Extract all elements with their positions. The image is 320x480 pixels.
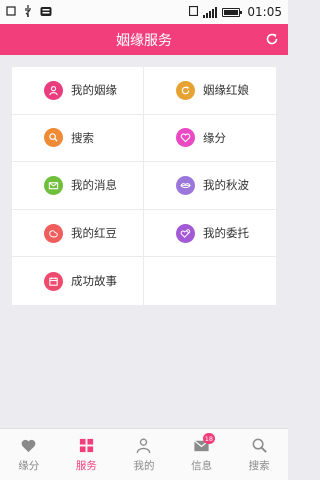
grid-item-empty (144, 257, 276, 305)
bottom-tab-bar: 缘分 服务 我的 18 信息 搜索 (0, 428, 288, 480)
sim-icon (189, 5, 199, 18)
tab-mine[interactable]: 我的 (115, 429, 173, 480)
grid-item-my-messages[interactable]: 我的消息 (12, 162, 144, 210)
service-grid: 我的姻缘 姻缘红娘 搜索 缘分 我的消息 我的秋波 我的红豆 我的委托 成功故事 (12, 67, 276, 305)
hearts-icon (176, 223, 195, 243)
search-icon (44, 128, 63, 148)
tab-label: 服务 (75, 459, 97, 472)
grid-item-label: 我的红豆 (71, 226, 117, 241)
tab-search[interactable]: 搜索 (230, 429, 288, 480)
grid-item-label: 我的消息 (71, 178, 117, 193)
grid-item-matchmaker[interactable]: 姻缘红娘 (144, 67, 276, 115)
grid-item-success-stories[interactable]: 成功故事 (12, 257, 144, 305)
battery-icon (222, 7, 243, 17)
status-left (6, 5, 52, 19)
heart-icon (176, 128, 195, 148)
refresh-icon[interactable] (265, 32, 279, 46)
grid-item-label: 我的姻缘 (71, 83, 117, 98)
grid-item-fate[interactable]: 缘分 (144, 115, 276, 163)
refresh-circle-icon (176, 80, 195, 100)
tab-fate[interactable]: 缘分 (0, 429, 58, 480)
grid-icon (79, 438, 94, 452)
grid-item-my-fate[interactable]: 我的姻缘 (12, 67, 144, 115)
grid-item-search[interactable]: 搜索 (12, 114, 144, 163)
tab-label: 信息 (191, 459, 213, 472)
status-bar: 01:05 (0, 0, 288, 24)
grid-item-label: 姻缘红娘 (203, 83, 249, 98)
app-notification-icon (40, 6, 52, 19)
status-right: 01:05 (189, 5, 282, 19)
tab-label: 我的 (133, 459, 155, 472)
grid-item-my-commission[interactable]: 我的委托 (144, 210, 276, 258)
grid-item-label: 我的委托 (203, 226, 249, 241)
tab-label: 搜索 (248, 459, 270, 472)
user-icon (44, 80, 63, 100)
usb-icon (24, 5, 32, 19)
heart-icon (21, 439, 36, 452)
tab-service[interactable]: 服务 (58, 429, 116, 480)
status-time: 01:05 (247, 5, 282, 19)
search-icon (252, 438, 267, 453)
tab-messages[interactable]: 18 信息 (173, 429, 231, 480)
notification-icon (6, 6, 16, 18)
grid-item-my-glances[interactable]: 我的秋波 (144, 162, 276, 210)
grid-item-label: 我的秋波 (203, 178, 249, 193)
grid-item-my-red-beans[interactable]: 我的红豆 (12, 209, 144, 258)
signal-icon (203, 6, 218, 18)
unread-badge: 18 (202, 433, 216, 444)
mail-icon (44, 175, 63, 195)
grid-item-label: 成功故事 (71, 274, 117, 289)
bean-icon (44, 223, 63, 243)
tab-label: 缘分 (18, 459, 40, 472)
page-title: 姻缘服务 (116, 32, 172, 49)
person-icon (137, 438, 151, 453)
calendar-icon (44, 271, 63, 291)
lips-icon (176, 175, 195, 195)
app-header: 姻缘服务 (0, 24, 288, 55)
grid-item-label: 缘分 (203, 130, 226, 145)
grid-item-label: 搜索 (71, 130, 94, 145)
